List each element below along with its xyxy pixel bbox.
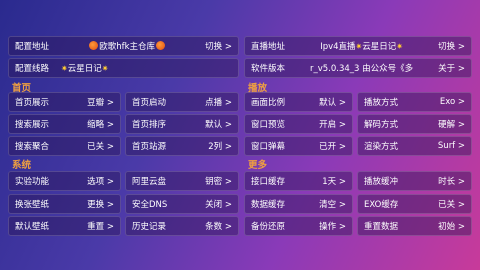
config-line-label: 配置线路 [15, 64, 50, 74]
setting-play-mode[interactable]: 播放方式 Exo > [357, 92, 472, 112]
setting-search-display[interactable]: 搜索展示 缩略 > [8, 114, 121, 134]
setting-aliyun-drive[interactable]: 阿里云盘 钥密 > [125, 171, 239, 191]
live-source-value: Ipv4直播✷云星日记✷ [320, 42, 403, 52]
config-source-switch[interactable]: 切换 > [205, 40, 232, 52]
config-source-label: 配置地址 [15, 42, 50, 52]
setting-home-display[interactable]: 首页展示 豆瓣 > [8, 92, 121, 112]
setting-search-aggregate[interactable]: 搜索聚合 已关 > [8, 136, 121, 156]
section-system: 系统 [12, 160, 32, 171]
live-source-switch[interactable]: 切换 > [438, 40, 465, 52]
setting-default-wallpaper[interactable]: 默认壁纸 重置 > [8, 216, 121, 236]
section-more: 更多 [248, 160, 268, 171]
setting-backup-restore[interactable]: 备份还原 操作 > [244, 216, 353, 236]
setting-aspect-ratio[interactable]: 画面比例 默认 > [244, 92, 353, 112]
config-line-row[interactable]: 配置线路 ✷云星日记✷ [8, 58, 239, 78]
about-button[interactable]: 关于 > [438, 62, 465, 74]
app-version-value: r_v5.0.34_3 由公众号《多 [310, 64, 414, 74]
setting-window-danmaku[interactable]: 窗口弹幕 已开 > [244, 136, 353, 156]
sparkle-icon: ✷ [101, 64, 109, 73]
orange-ball-icon [156, 41, 165, 50]
setting-render-mode[interactable]: 渲染方式 Surf > [357, 136, 472, 156]
orange-ball-icon [89, 41, 99, 50]
config-line-value: ✷云星日记✷ [61, 64, 109, 74]
setting-api-cache[interactable]: 接口缓存 1天 > [244, 171, 353, 191]
setting-window-preview[interactable]: 窗口预览 开启 > [244, 114, 353, 134]
app-version-row[interactable]: 软件版本 r_v5.0.34_3 由公众号《多 关于 > [244, 58, 472, 78]
setting-change-wallpaper[interactable]: 换张壁纸 更换 > [8, 194, 121, 214]
config-source-value: 欧歌hfk主仓库 [49, 40, 205, 52]
config-source-row[interactable]: 配置地址 欧歌hfk主仓库 切换 > [8, 36, 239, 56]
setting-secure-dns[interactable]: 安全DNS 关闭 > [125, 194, 239, 214]
setting-experimental[interactable]: 实验功能 选项 > [8, 171, 121, 191]
setting-home-source[interactable]: 首页站源 2列 > [125, 136, 239, 156]
setting-play-buffer[interactable]: 播放缓冲 时长 > [357, 171, 472, 191]
app-version-label: 软件版本 [251, 64, 286, 74]
live-source-row[interactable]: 直播地址 Ipv4直播✷云星日记✷ 切换 > [244, 36, 472, 56]
setting-exo-cache[interactable]: EXO缓存 已关 > [357, 194, 472, 214]
setting-reset-data[interactable]: 重置数据 初始 > [357, 216, 472, 236]
setting-data-cache[interactable]: 数据缓存 清空 > [244, 194, 353, 214]
sparkle-icon: ✷ [61, 64, 68, 73]
setting-home-sort[interactable]: 首页排序 默认 > [125, 114, 239, 134]
setting-home-start[interactable]: 首页启动 点播 > [125, 92, 239, 112]
setting-history[interactable]: 历史记录 条数 > [125, 216, 239, 236]
sparkle-icon: ✷ [396, 42, 403, 51]
setting-decode-mode[interactable]: 解码方式 硬解 > [357, 114, 472, 134]
live-source-label: 直播地址 [251, 42, 286, 52]
